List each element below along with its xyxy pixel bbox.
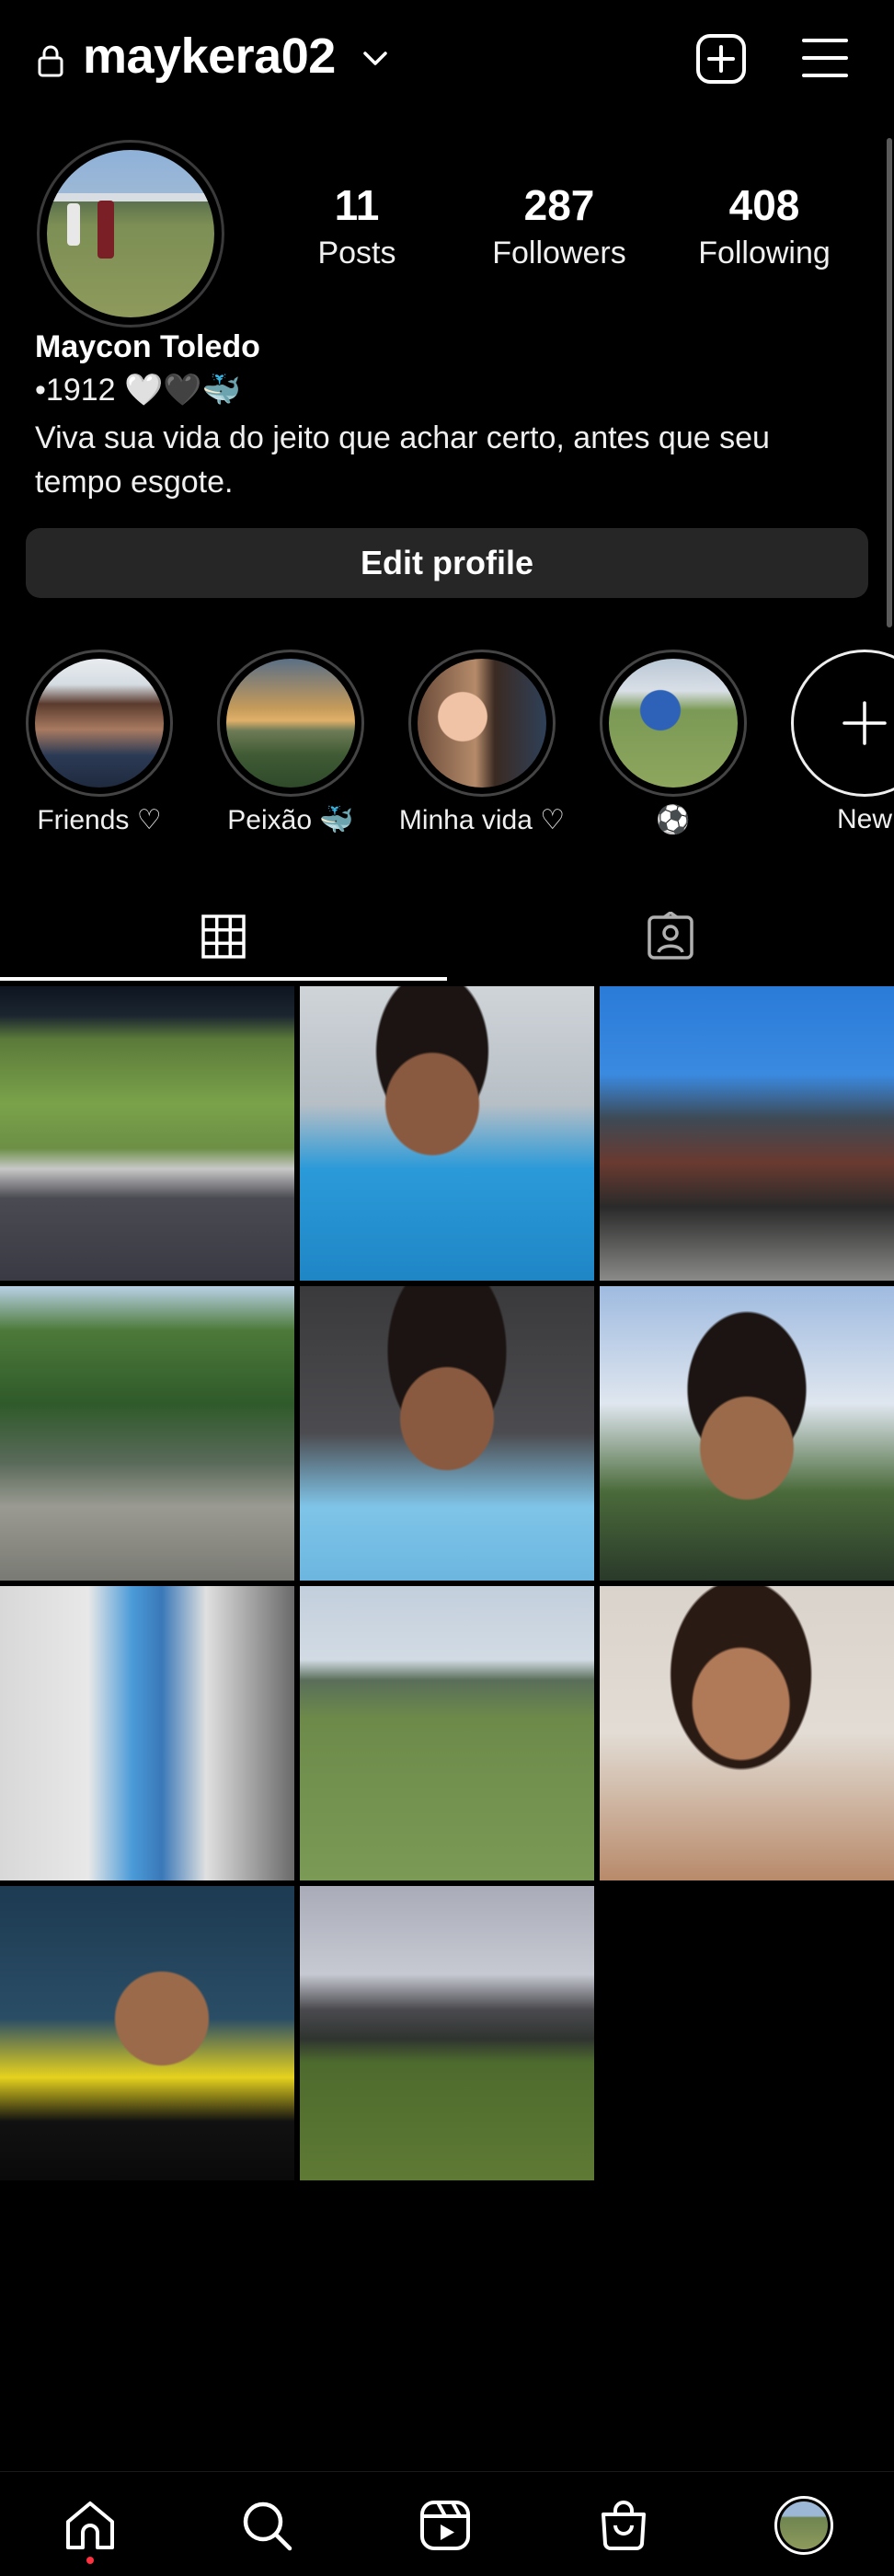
chevron-down-icon[interactable] [361,46,390,72]
plus-square-icon[interactable] [695,33,747,85]
highlight-cover [609,659,738,788]
notification-dot [86,2557,94,2564]
nav-shop[interactable] [594,2496,653,2555]
post-thumbnail[interactable] [300,1586,594,1880]
shop-icon [602,2501,646,2550]
tab-tagged[interactable] [447,892,894,981]
followers-stat[interactable]: 287 Followers [478,184,640,269]
post-thumbnail[interactable] [600,986,894,1281]
reels-icon [420,2501,470,2550]
post-thumbnail[interactable] [300,1886,594,2180]
highlight-friends[interactable]: Friends ♡ [26,650,173,835]
nav-home[interactable] [61,2496,120,2555]
tab-active-indicator [0,977,447,981]
posts-stat[interactable]: 11 Posts [302,184,412,269]
followers-label: Followers [492,236,626,270]
posts-label: Posts [317,236,396,270]
hamburger-menu-icon[interactable] [802,37,848,79]
home-icon [66,2501,114,2549]
highlight-cover [226,659,355,788]
profile-full-name: Maycon Toledo [35,329,260,364]
bio-line: •1912 🤍🖤🐳 [35,373,241,408]
nav-reels[interactable] [416,2496,475,2555]
post-thumbnail[interactable] [600,1586,894,1880]
nav-profile[interactable] [774,2496,833,2555]
highlight-football[interactable]: ⚽ [600,650,747,835]
profile-avatar[interactable] [37,140,224,328]
new-highlight-button[interactable]: New [791,650,894,834]
highlight-label: Friends ♡ [37,805,162,835]
highlight-cover [35,659,164,788]
following-label: Following [698,236,831,270]
tagged-person-icon [648,912,693,960]
post-thumbnail[interactable] [0,1586,294,1880]
following-stat[interactable]: 408 Following [681,184,848,269]
highlight-peixao[interactable]: Peixão 🐳 [217,650,364,835]
bottom-navigation [0,2471,894,2576]
nav-search[interactable] [237,2496,296,2555]
post-thumbnail[interactable] [0,986,294,1281]
post-thumbnail[interactable] [0,1886,294,2180]
highlight-label: ⚽ [656,805,691,835]
scrollbar[interactable] [887,138,892,627]
profile-avatar-small [774,2496,833,2555]
post-thumbnail[interactable] [0,1286,294,1581]
following-count: 408 [728,181,800,229]
search-icon [243,2501,292,2551]
post-thumbnail[interactable] [600,1286,894,1581]
post-thumbnail[interactable] [300,1286,594,1581]
highlight-label: Peixão 🐳 [227,805,354,835]
edit-profile-button[interactable]: Edit profile [26,528,868,598]
lock-icon [38,45,63,77]
top-bar: maykera02 [0,0,894,118]
grid-icon [201,914,246,959]
tab-posts-grid[interactable] [0,892,447,981]
account-username[interactable]: maykera02 [83,28,336,85]
highlight-cover [418,659,546,788]
followers-count: 287 [523,181,595,229]
bio-text: Viva sua vida do jeito que achar certo, … [35,420,770,500]
highlight-label: New [836,804,892,834]
plus-icon [842,701,887,745]
post-thumbnail[interactable] [300,986,594,1281]
highlight-minha-vida[interactable]: Minha vida ♡ [399,650,565,835]
posts-count: 11 [334,181,380,229]
profile-photo [47,150,214,317]
profile-tabs [0,892,894,981]
highlight-label: Minha vida ♡ [398,805,566,835]
